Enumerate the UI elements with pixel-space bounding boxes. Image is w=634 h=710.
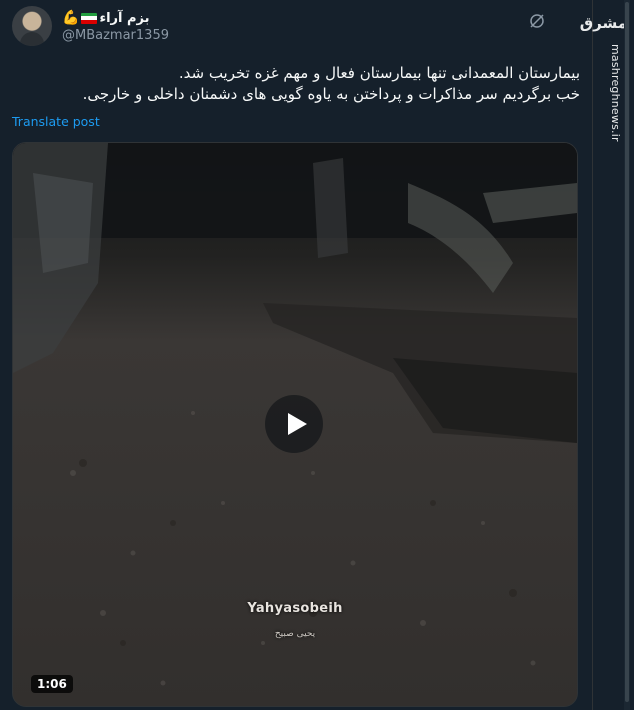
author-display-name[interactable]: بزم آراء <box>99 11 149 26</box>
tweet-text-line-2: خب برگردیم سر مذاکرات و پرداختن به یاوه … <box>82 85 580 103</box>
tweet-text: بیمارستان المعمدانی تنها بیمارستان فعال … <box>12 63 580 105</box>
author-handle[interactable]: @MBazmar1359 <box>62 28 169 43</box>
flexed-biceps-icon: 💪 <box>62 10 80 26</box>
author-name-row[interactable]: بزم آراء 💪 <box>62 9 150 27</box>
video-watermark-sub: يحيى صبيح <box>274 629 316 639</box>
video-duration: 1:06 <box>31 675 73 693</box>
tweet: بزم آراء 💪 @MBazmar1359 بیمارستان المعمد… <box>0 0 592 710</box>
play-icon[interactable] <box>265 395 323 453</box>
scrollbar-thumb[interactable] <box>625 2 629 702</box>
tweet-text-line-1: بیمارستان المعمدانی تنها بیمارستان فعال … <box>178 64 580 82</box>
mashregh-url: mashreghnews.ir <box>609 44 622 142</box>
grok-icon[interactable] <box>528 12 546 30</box>
avatar[interactable] <box>12 6 52 46</box>
iran-flag-icon <box>81 12 98 24</box>
divider <box>592 0 593 710</box>
video-player[interactable]: Yahyasobeih يحيى صبيح 1:06 <box>12 142 578 707</box>
video-watermark: Yahyasobeih <box>247 601 343 616</box>
translate-post-link[interactable]: Translate post <box>12 114 100 129</box>
mashregh-logo: مشرق <box>579 14 627 32</box>
